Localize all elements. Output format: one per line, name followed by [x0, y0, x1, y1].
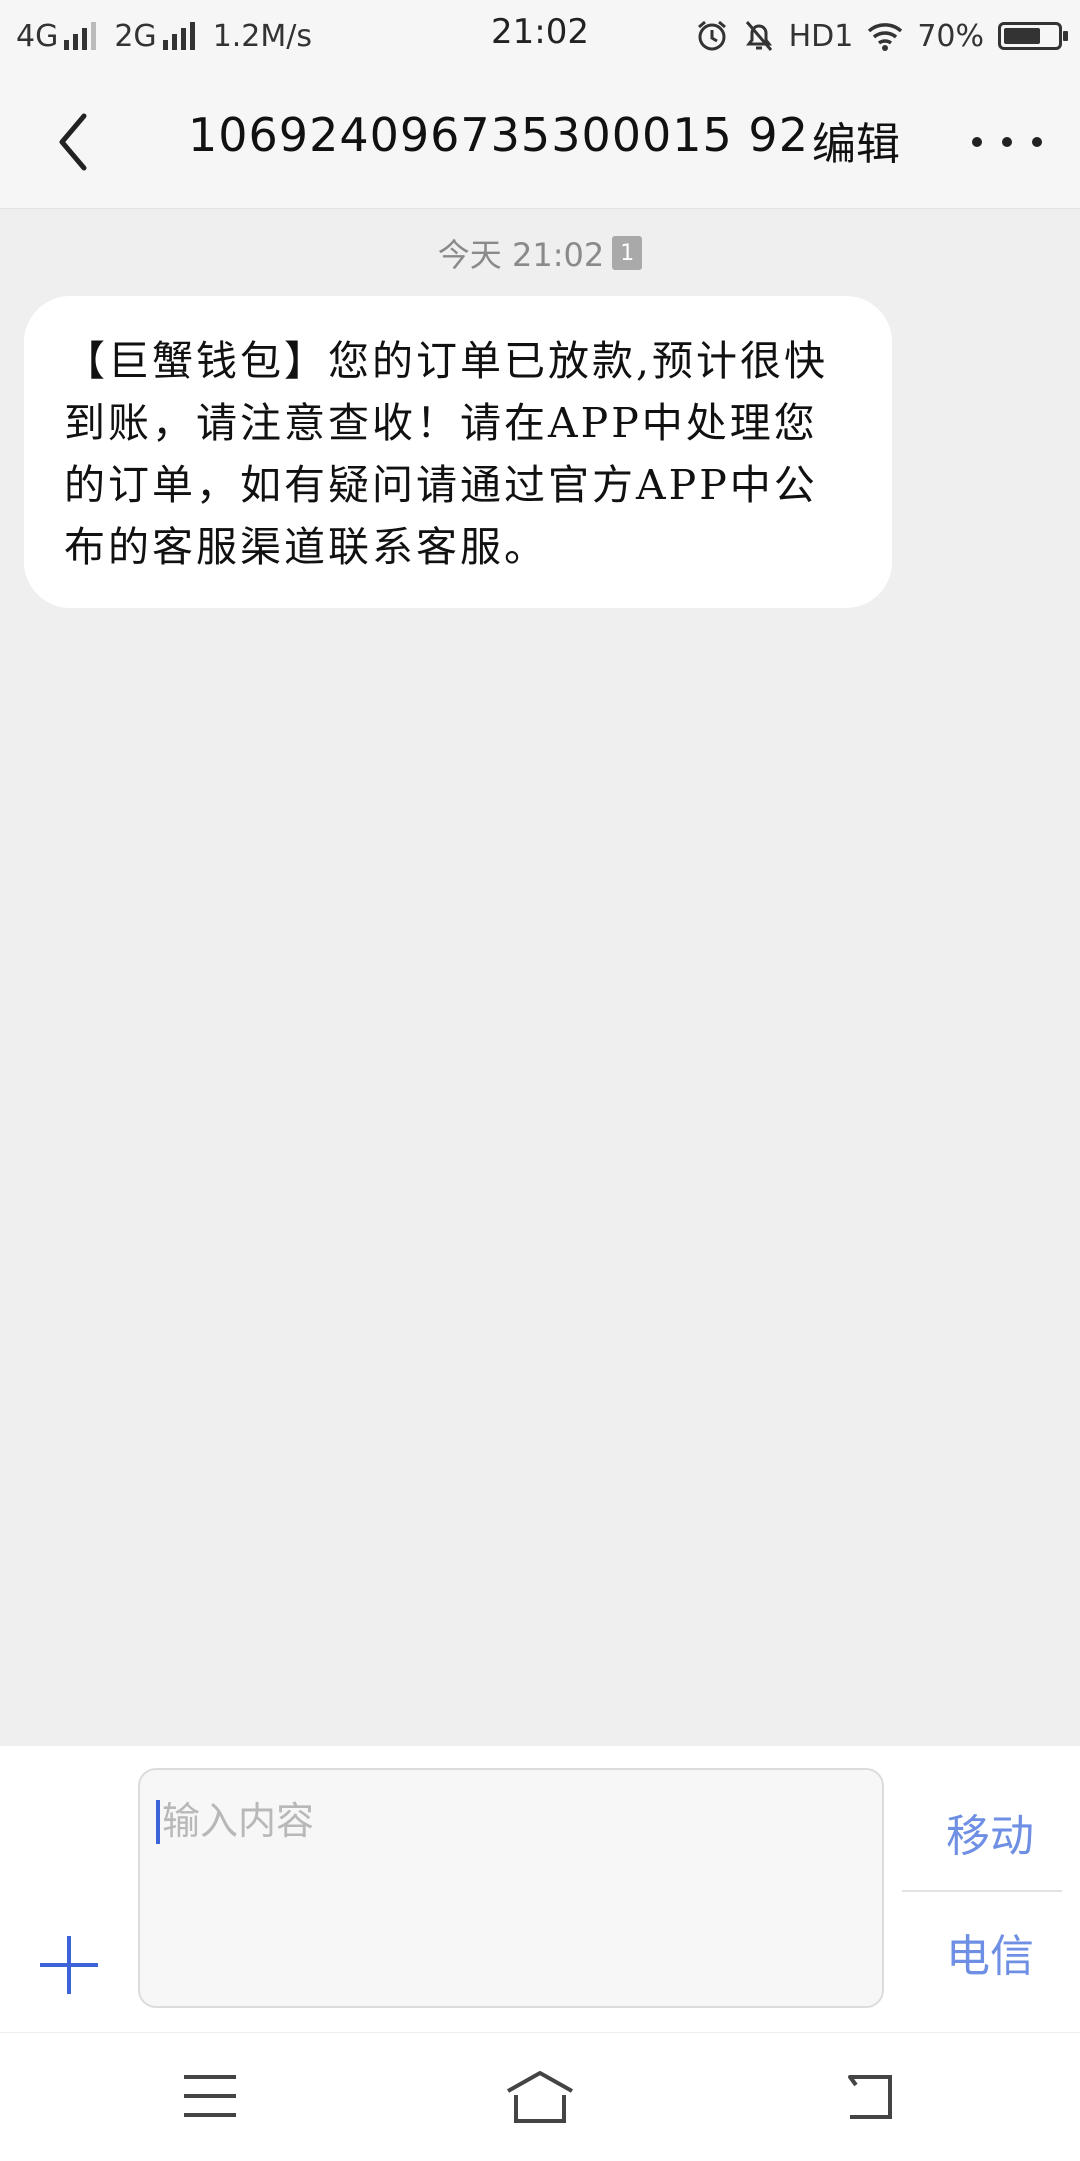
message-bubble[interactable]: 【巨蟹钱包】您的订单已放款,预计很快到账，请注意查收！请在APP中处理您的订单，…: [24, 296, 892, 608]
sim-card-icon: 1: [612, 236, 643, 270]
more-dot-icon: [1032, 137, 1042, 147]
message-input-box[interactable]: [138, 1768, 884, 2008]
send-button-sim1[interactable]: 移动: [900, 1776, 1080, 1888]
conversation-header: 106924096735300015 92 编辑: [0, 72, 1080, 209]
alarm-icon: [697, 20, 726, 51]
recent-apps-button[interactable]: [184, 2075, 236, 2117]
mute-bell-icon: [745, 21, 772, 51]
menu-line-icon: [184, 2113, 236, 2117]
home-icon[interactable]: [504, 2069, 576, 2125]
battery-fill: [1004, 28, 1040, 44]
battery-icon: [998, 22, 1068, 50]
add-attachment-button[interactable]: [40, 1936, 98, 1994]
edit-button[interactable]: 编辑: [812, 108, 900, 172]
navigation-bar: [0, 2032, 1080, 2161]
wifi-icon: [868, 23, 903, 51]
status-bar: 4G 2G 1.2M/s 21:02 HD1 70%: [0, 0, 1080, 72]
message-input[interactable]: [162, 1788, 862, 1854]
battery-percent: 70%: [917, 18, 984, 54]
send-divider: [902, 1890, 1062, 1892]
compose-bar: 移动 电信: [0, 1746, 1080, 2032]
timestamp-text: 今天 21:02: [437, 236, 605, 274]
more-dot-icon: [1002, 137, 1012, 147]
message-text: 【巨蟹钱包】您的订单已放款,预计很快到账，请注意查收！请在APP中处理您的订单，…: [64, 337, 829, 571]
menu-line-icon: [184, 2094, 236, 2098]
message-timestamp: 今天 21:02 1: [0, 230, 1080, 276]
hd-indicator: HD1: [788, 18, 854, 54]
back-button[interactable]: [44, 102, 124, 182]
status-right: HD1 70%: [695, 14, 1068, 58]
text-cursor: [156, 1800, 160, 1844]
more-options-button[interactable]: [972, 112, 1042, 172]
more-dot-icon: [972, 137, 982, 147]
contact-number: 106924096735300015 92: [188, 108, 809, 162]
send-button-sim2[interactable]: 电信: [900, 1896, 1080, 2008]
chevron-left-icon: [59, 113, 87, 171]
back-nav-icon[interactable]: [842, 2069, 898, 2125]
menu-line-icon: [184, 2075, 236, 2079]
